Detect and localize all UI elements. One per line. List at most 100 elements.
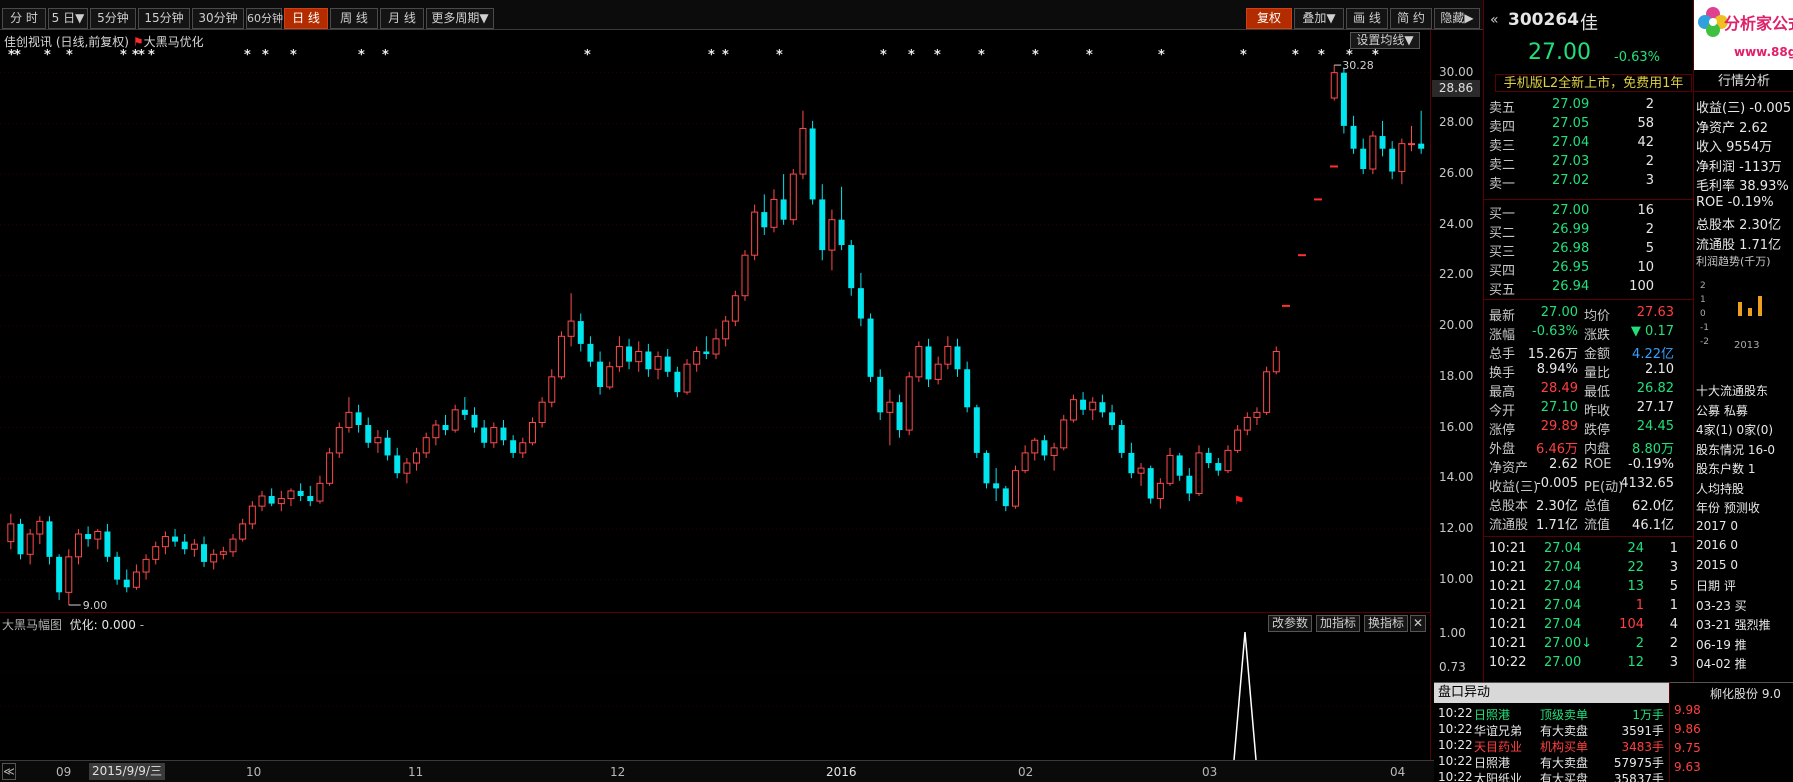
promo-link[interactable]: 手机版L2全新上市，免费用1年 [1495,74,1692,92]
candle [519,437,527,458]
period-monthly-button[interactable]: 月 线 [380,8,424,29]
indicator-spike [1233,632,1257,760]
period-5day-button[interactable]: 5 日▼ [48,8,88,29]
candle [142,554,150,580]
profit-bar [1738,302,1742,316]
analysis-row: 06-19 推 [1696,635,1793,654]
side-stock-title: 柳化股份 9.0 [1710,687,1781,701]
indicator-header: 大黑马幅图 优化: 0.000 - 改参数 加指标 换指标 ✕ [0,612,1430,632]
period-60min-button[interactable]: 60分钟 [246,8,283,29]
abnormal-row[interactable]: 10:22 日照港 有大卖盘 57975手 [1434,753,1669,770]
abnormal-volume: 35837手 [1613,772,1664,782]
abnormal-panel: 盘口异动 10:22 日照港 顶级卖单 1万手 10:22 华谊兄弟 有大卖盘 3591手 10… [1434,682,1669,782]
stat-row: 最高 28.49 最低 26.82 [1484,380,1694,400]
analysis-row: ROE -0.19% [1696,194,1793,213]
price-tick-label: 20.00 [1439,318,1474,333]
tick-price: 27.00 [1544,655,1582,670]
mini-tick: -1 [1700,323,1709,333]
analysis-text: 年份 预测收 [1696,501,1760,515]
set-ma-button[interactable]: 设置均线▼ [1350,32,1420,49]
abnormal-row[interactable]: 10:22 太阳纸业 有大买盘 35837手 [1434,769,1669,782]
side-price: 9.63 [1674,760,1701,774]
indicator-value: 0.000 [101,618,136,632]
candle [1272,346,1280,375]
candle [172,528,179,547]
add-indicator-button[interactable]: 加指标 [1316,615,1360,632]
simple-view-button[interactable]: 简 约 [1390,8,1432,29]
price-tick-label: 30.00 [1439,64,1474,79]
tick-count: 1 [1669,598,1678,613]
period-5min-button[interactable]: 5分钟 [90,8,136,29]
buy-level-row: 买二 26.99 2 [1484,221,1694,241]
analysis-title[interactable]: 行情分析 [1694,72,1793,92]
period-daily-button[interactable]: 日 线 [284,8,328,29]
candle [114,551,121,585]
book-price: 27.04 [1552,135,1590,150]
indicator-canvas[interactable] [0,632,1430,760]
time-axis[interactable]: ≪ 2015/9/9/三 09 10 11 12 2016 02 03 04 ≫ [0,760,1483,782]
candle [210,549,218,570]
analysis-text: 人均持股 [1696,481,1745,496]
tick-volume: 22 [1627,560,1644,575]
edit-params-button[interactable]: 改参数 [1268,615,1312,632]
tick-price: 27.04 [1544,541,1582,556]
book-price: 27.09 [1552,97,1590,112]
close-indicator-icon[interactable]: ✕ [1410,615,1426,632]
kline-chart[interactable]: 30.28 9.00 ⚑ 佳创视讯 (日线,前复权) ⚑大黑马优化 设置均线▼ * *… [0,30,1483,612]
book-label: 卖二 [1489,158,1516,173]
kline-canvas[interactable]: 30.289.00⚑ [0,30,1430,612]
stat-label: 跌停 [1584,423,1611,438]
expand-icon[interactable]: « [1490,12,1499,28]
candle [819,184,826,261]
hide-panel-button[interactable]: 隐藏▶ [1434,8,1480,29]
candle [442,414,449,436]
price-axis: 28.86 30.00 28.00 26.00 24.00 22.00 20.00 18.0… [1430,30,1483,760]
candle [384,430,391,461]
analysis-text: ROE -0.19% [1696,194,1774,210]
candle [1379,120,1386,157]
candle [1253,407,1261,426]
stat-value: 15.26万 [1527,347,1578,362]
stat-label: 总值 [1584,499,1611,514]
period-intraday-button[interactable]: 分 时 [2,8,46,29]
candle [161,531,169,555]
signal-star: * [244,48,251,63]
sell-level-row: 卖三 27.04 42 [1484,134,1694,154]
candle [606,361,614,390]
time-label: 10 [246,765,262,779]
candle [17,518,24,560]
candle [848,239,855,296]
period-15min-button[interactable]: 15分钟 [138,8,190,29]
stat-label: 今开 [1489,404,1516,419]
stat-value: -0.19% [1628,457,1674,472]
price-tick-label: 24.00 [1439,216,1474,231]
stat-value: 27.17 [1636,400,1674,415]
candle [335,422,343,458]
candle [915,341,923,382]
abnormal-row[interactable]: 10:22 华谊兄弟 有大卖盘 3591手 [1434,721,1669,738]
abnormal-row[interactable]: 10:22 日照港 顶级卖单 1万手 [1434,705,1669,722]
abnormal-time: 10:22 [1438,706,1473,720]
overlay-dropdown[interactable]: 叠加▼ [1294,8,1344,29]
signal-star: * [1372,48,1379,63]
time-label: 12 [610,765,626,779]
abnormal-row[interactable]: 10:22 天目药业 机构买单 3483手 [1434,737,1669,754]
period-30min-button[interactable]: 30分钟 [192,8,244,29]
signal-star: * [978,48,985,63]
draw-line-button[interactable]: 画 线 [1346,8,1388,29]
candle [316,475,324,504]
stat-value: ▼ 0.17 [1630,324,1674,339]
logo-text: 分析家公式网 [1724,14,1793,33]
restore-rights-button[interactable]: 复权 [1246,8,1292,29]
switch-indicator-button[interactable]: 换指标 [1364,615,1408,632]
candle [693,346,701,372]
more-periods-dropdown[interactable]: 更多周期▼ [426,8,494,29]
signal-star: * [1318,48,1325,63]
period-weekly-button[interactable]: 周 线 [330,8,378,29]
candle [1243,412,1251,436]
stat-value: 2.10 [1645,362,1674,377]
scroll-left-icon[interactable]: ≪ [2,763,16,780]
candle [432,419,440,446]
analysis-row: 公募 私募 [1696,401,1793,420]
abnormal-title[interactable]: 盘口异动 [1434,683,1669,703]
